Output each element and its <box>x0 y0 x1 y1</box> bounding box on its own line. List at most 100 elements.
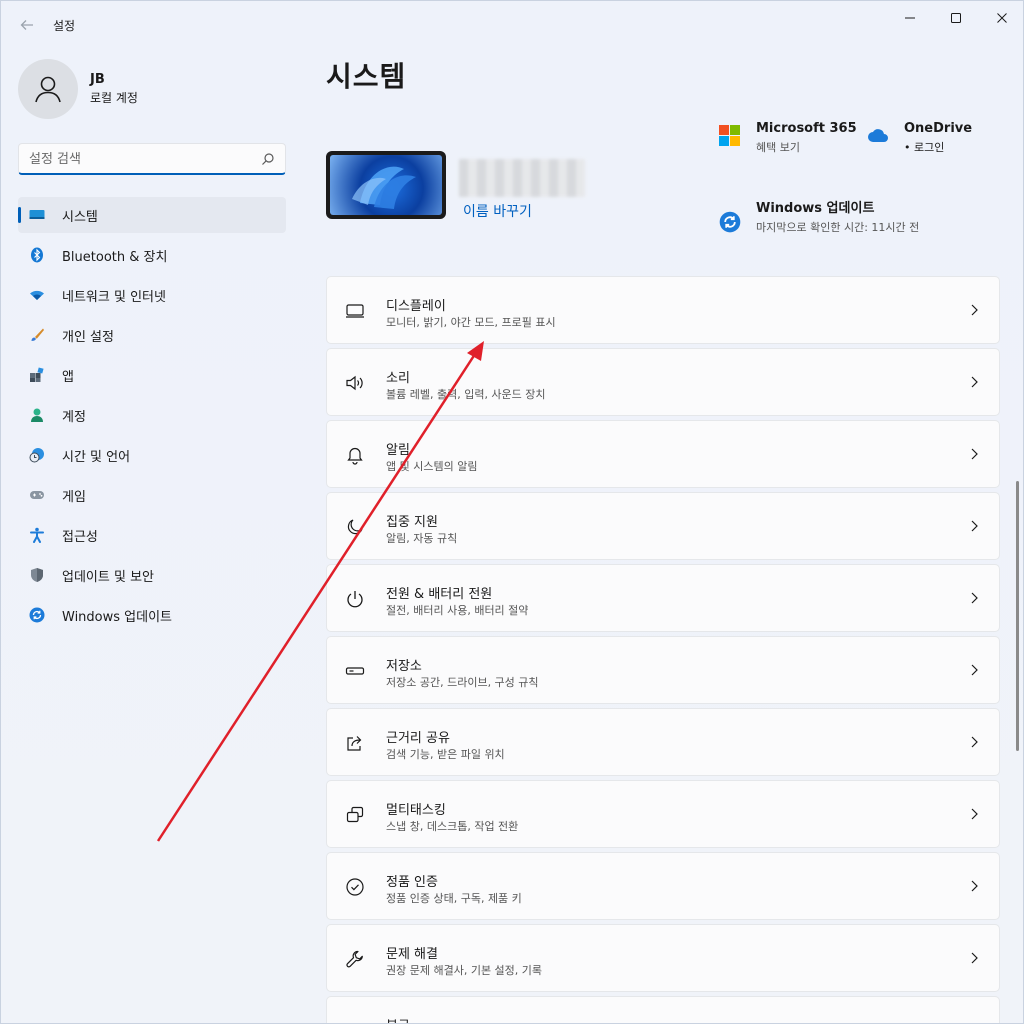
card-focus-assist[interactable]: 집중 지원 알림, 자동 규칙 <box>326 492 1000 560</box>
sidebar-item-label: Bluetooth & 장치 <box>62 249 168 265</box>
bluetooth-icon <box>29 247 45 263</box>
title-bar: 설정 <box>1 1 1023 49</box>
sidebar-item-label: 계정 <box>62 409 86 425</box>
wrench-icon <box>345 949 365 969</box>
chevron-right-icon <box>971 808 978 820</box>
brush-icon <box>29 327 45 343</box>
app-title: 설정 <box>53 19 76 33</box>
close-icon <box>997 13 1007 23</box>
sidebar-item-label: 시간 및 언어 <box>62 449 131 465</box>
accessibility-icon <box>29 527 45 543</box>
speaker-icon <box>345 373 365 393</box>
sidebar-nav: 시스템 Bluetooth & 장치 네트워크 및 인터넷 개인 설정 앱 계정… <box>18 197 286 637</box>
sidebar-item-bluetooth[interactable]: Bluetooth & 장치 <box>18 237 286 273</box>
card-title: 문제 해결 <box>386 947 438 962</box>
card-title: 전원 & 배터리 전원 <box>386 587 493 602</box>
scrollbar[interactable] <box>1016 481 1019 751</box>
user-profile[interactable]: JB 로컬 계정 <box>18 59 138 119</box>
wallpaper-image <box>330 155 442 215</box>
sidebar-item-accounts[interactable]: 계정 <box>18 397 286 433</box>
monitor-icon <box>29 207 45 223</box>
sidebar-item-gaming[interactable]: 게임 <box>18 477 286 513</box>
display-icon <box>345 301 365 321</box>
card-subtitle: 볼륨 레벨, 출력, 입력, 사운드 장치 <box>386 388 546 401</box>
avatar <box>18 59 78 119</box>
profile-account-type: 로컬 계정 <box>90 91 138 105</box>
card-power-battery[interactable]: 전원 & 배터리 전원 절전, 배터리 사용, 배터리 절약 <box>326 564 1000 632</box>
card-activation[interactable]: 정품 인증 정품 인증 상태, 구독, 제품 키 <box>326 852 1000 920</box>
settings-window: 설정 JB 로컬 계정 시스템 Bluetooth & 장 <box>0 0 1024 1024</box>
sidebar-item-windows-update[interactable]: Windows 업데이트 <box>18 597 286 633</box>
clock-globe-icon <box>29 447 45 463</box>
sidebar-item-label: 시스템 <box>62 209 98 225</box>
back-arrow-icon <box>20 20 33 30</box>
chevron-right-icon <box>971 376 978 388</box>
card-title: 저장소 <box>386 659 422 674</box>
chevron-right-icon <box>971 304 978 316</box>
chevron-right-icon <box>971 448 978 460</box>
storage-icon <box>345 661 365 681</box>
sidebar-item-label: 게임 <box>62 489 86 505</box>
check-circle-icon <box>345 877 365 897</box>
share-icon <box>345 733 365 753</box>
sidebar-item-system[interactable]: 시스템 <box>18 197 286 233</box>
card-subtitle: 앱 및 시스템의 알림 <box>386 460 478 473</box>
close-button[interactable] <box>979 1 1023 35</box>
card-subtitle: 스냅 창, 데스크톱, 작업 전환 <box>386 820 519 833</box>
device-thumbnail <box>326 151 446 219</box>
quick-link-title: OneDrive <box>904 121 973 136</box>
search-box[interactable] <box>18 143 286 175</box>
chevron-right-icon <box>971 736 978 748</box>
search-input[interactable] <box>29 149 249 169</box>
card-subtitle: 정품 인증 상태, 구독, 제품 키 <box>386 892 522 905</box>
maximize-button[interactable] <box>933 1 979 35</box>
onedrive-cloud-icon <box>868 129 888 142</box>
card-subtitle: 권장 문제 해결사, 기본 설정, 기록 <box>386 964 543 977</box>
card-multitasking[interactable]: 멀티태스킹 스냅 창, 데스크톱, 작업 전환 <box>326 780 1000 848</box>
card-display[interactable]: 디스플레이 모니터, 밝기, 야간 모드, 프로필 표시 <box>326 276 1000 344</box>
card-subtitle: 검색 기능, 받은 파일 위치 <box>386 748 505 761</box>
sidebar-item-label: Windows 업데이트 <box>62 609 173 625</box>
sidebar-item-label: 네트워크 및 인터넷 <box>62 289 166 305</box>
rename-link[interactable]: 이름 바꾸기 <box>463 201 532 221</box>
sidebar-item-accessibility[interactable]: 접근성 <box>18 517 286 553</box>
card-notifications[interactable]: 알림 앱 및 시스템의 알림 <box>326 420 1000 488</box>
profile-name: JB <box>90 72 105 87</box>
sidebar-item-label: 앱 <box>62 369 74 385</box>
search-icon <box>262 153 274 165</box>
windows-update-icon <box>719 211 741 233</box>
sidebar-item-update-security[interactable]: 업데이트 및 보안 <box>18 557 286 593</box>
shield-icon <box>29 567 45 583</box>
microsoft-logo-icon <box>719 125 740 146</box>
sidebar-item-label: 업데이트 및 보안 <box>62 569 154 585</box>
card-recovery[interactable]: 복구 <box>326 996 1000 1023</box>
card-nearby-sharing[interactable]: 근거리 공유 검색 기능, 받은 파일 위치 <box>326 708 1000 776</box>
card-title: 집중 지원 <box>386 515 438 530</box>
back-button[interactable] <box>13 13 41 37</box>
maximize-icon <box>951 13 961 23</box>
sidebar-item-label: 접근성 <box>62 529 98 545</box>
person-icon <box>29 407 45 423</box>
card-subtitle: 모니터, 밝기, 야간 모드, 프로필 표시 <box>386 316 556 329</box>
sidebar-item-network[interactable]: 네트워크 및 인터넷 <box>18 277 286 313</box>
sidebar-item-time-language[interactable]: 시간 및 언어 <box>18 437 286 473</box>
card-title: 정품 인증 <box>386 875 438 890</box>
sidebar-item-apps[interactable]: 앱 <box>18 357 286 393</box>
apps-icon <box>29 367 45 383</box>
card-title: 근거리 공유 <box>386 731 450 746</box>
card-troubleshoot[interactable]: 문제 해결 권장 문제 해결사, 기본 설정, 기록 <box>326 924 1000 992</box>
sidebar-item-label: 개인 설정 <box>62 329 114 345</box>
quick-link-sub: 혜택 보기 <box>756 141 800 154</box>
quick-link-title: Windows 업데이트 <box>756 201 875 216</box>
card-title: 멀티태스킹 <box>386 803 446 818</box>
card-sound[interactable]: 소리 볼륨 레벨, 출력, 입력, 사운드 장치 <box>326 348 1000 416</box>
bell-icon <box>345 445 365 465</box>
quick-link-title: Microsoft 365 <box>756 121 857 136</box>
card-subtitle: 알림, 자동 규칙 <box>386 532 458 545</box>
page-title: 시스템 <box>326 60 407 93</box>
minimize-button[interactable] <box>887 1 933 35</box>
sidebar-item-personalization[interactable]: 개인 설정 <box>18 317 286 353</box>
card-storage[interactable]: 저장소 저장소 공간, 드라이브, 구성 규칙 <box>326 636 1000 704</box>
person-icon <box>35 76 61 103</box>
settings-card-list: 디스플레이 모니터, 밝기, 야간 모드, 프로필 표시 소리 볼륨 레벨, 출… <box>326 276 1000 1023</box>
